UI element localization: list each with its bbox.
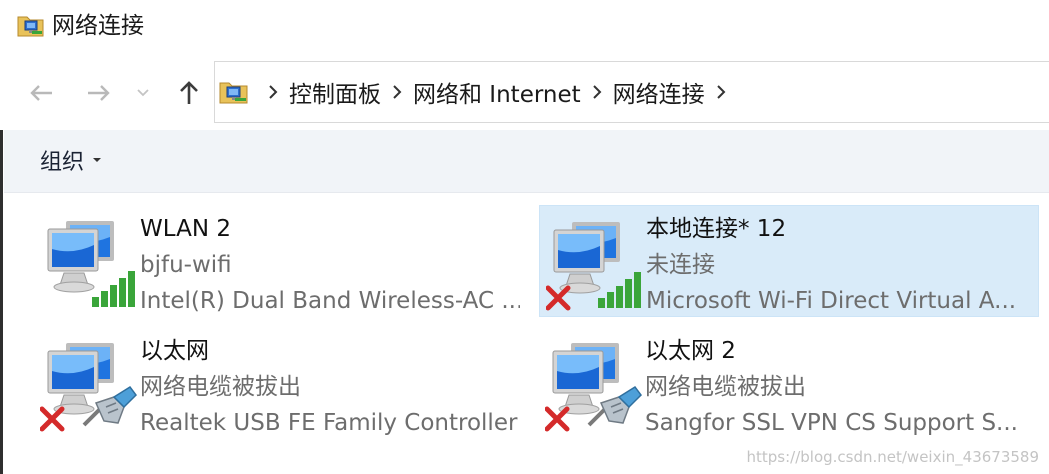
breadcrumb-network-connections[interactable]: 网络连接	[613, 75, 705, 109]
connection-text: 本地连接* 12 未连接 Microsoft Wi-Fi Direct Virt…	[646, 211, 1026, 319]
title-bar: 网络连接	[0, 0, 1049, 52]
organize-label: 组织	[40, 150, 85, 175]
wifi-network-adapter-disconnected-icon	[545, 216, 646, 312]
window-title: 网络连接	[52, 13, 144, 39]
back-arrow-icon	[30, 85, 52, 101]
ethernet-adapter-disconnected-icon	[544, 337, 645, 433]
connection-text: 以太网 2 网络电缆被拔出 Sangfor SSL VPN CS Support…	[645, 333, 1025, 441]
connection-item-wlan2[interactable]: WLAN 2 bjfu-wifi Intel(R) Dual Band Wire…	[34, 205, 534, 317]
connection-name: 本地连接* 12	[646, 216, 787, 242]
connection-device: Sangfor SSL VPN CS Support S...	[645, 410, 1018, 436]
chevron-right-icon[interactable]	[385, 80, 409, 104]
connection-name: 以太网 2	[645, 338, 736, 364]
connection-status: 网络电缆被拔出	[140, 374, 301, 400]
caret-down-icon	[92, 155, 102, 165]
breadcrumb-control-panel[interactable]: 控制面板	[289, 75, 381, 109]
back-button[interactable]	[24, 76, 58, 110]
chevron-down-icon	[137, 89, 149, 97]
recent-locations-button[interactable]	[131, 76, 155, 110]
error-x-icon	[544, 406, 570, 432]
connection-text: 以太网 网络电缆被拔出 Realtek USB FE Family Contro…	[140, 333, 520, 441]
connection-name: WLAN 2	[140, 216, 231, 242]
network-folder-icon	[16, 11, 46, 41]
connection-device: Intel(R) Dual Band Wireless-AC ...	[140, 288, 520, 314]
watermark: https://blog.csdn.net/weixin_43673589	[746, 448, 1039, 466]
connection-status: bjfu-wifi	[140, 252, 232, 278]
connection-device: Microsoft Wi-Fi Direct Virtual A...	[646, 288, 1017, 314]
forward-arrow-icon	[88, 85, 110, 101]
connection-status: 未连接	[646, 252, 715, 278]
connection-device: Realtek USB FE Family Controller	[140, 410, 518, 436]
up-arrow-icon	[180, 81, 198, 104]
breadcrumb-network-internet[interactable]: 网络和 Internet	[413, 75, 581, 109]
breadcrumb: 控制面板 网络和 Internet 网络连接	[257, 62, 737, 122]
wifi-network-adapter-icon	[40, 215, 140, 311]
chevron-right-icon[interactable]	[261, 80, 285, 104]
connections-list: WLAN 2 bjfu-wifi Intel(R) Dual Band Wire…	[4, 193, 1049, 474]
connection-text: WLAN 2 bjfu-wifi Intel(R) Dual Band Wire…	[140, 211, 520, 319]
connection-item-ethernet2[interactable]: 以太网 2 网络电缆被拔出 Sangfor SSL VPN CS Support…	[539, 327, 1039, 439]
organize-menu-button[interactable]: 组织	[40, 144, 102, 176]
connection-item-ethernet[interactable]: 以太网 网络电缆被拔出 Realtek USB FE Family Contro…	[34, 327, 534, 439]
connection-status: 网络电缆被拔出	[645, 374, 806, 400]
connection-name: 以太网	[140, 338, 209, 364]
up-button[interactable]	[172, 76, 206, 110]
command-bar: 组织	[4, 130, 1049, 193]
chevron-right-icon[interactable]	[709, 80, 733, 104]
address-bar[interactable]: 控制面板 网络和 Internet 网络连接	[214, 61, 1049, 123]
chevron-right-icon[interactable]	[585, 80, 609, 104]
error-x-icon	[39, 406, 65, 432]
connection-item-local-12[interactable]: 本地连接* 12 未连接 Microsoft Wi-Fi Direct Virt…	[539, 205, 1039, 317]
network-folder-icon	[218, 77, 250, 107]
forward-button[interactable]	[82, 76, 116, 110]
error-x-icon	[545, 285, 571, 311]
navigation-bar: 控制面板 网络和 Internet 网络连接	[0, 52, 1049, 130]
ethernet-adapter-disconnected-icon	[39, 337, 140, 433]
